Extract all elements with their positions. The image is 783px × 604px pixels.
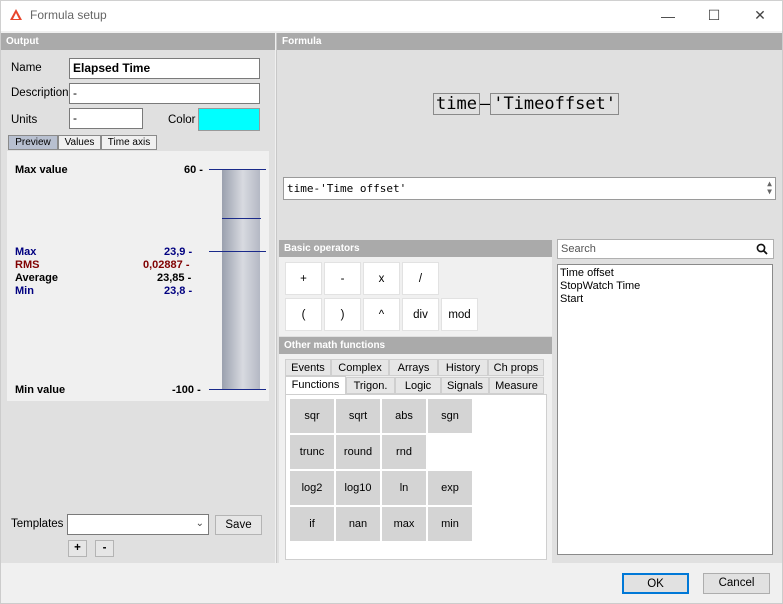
function-log10-button[interactable]: log10	[336, 471, 380, 505]
function-exp-button[interactable]: exp	[428, 471, 472, 505]
tab-arrays[interactable]: Arrays	[389, 359, 438, 376]
channel-list	[557, 264, 773, 555]
operator-multiply-button[interactable]: x	[363, 262, 400, 295]
tab-measure[interactable]: Measure	[489, 377, 544, 394]
tab-history[interactable]: History	[438, 359, 488, 376]
remove-template-button[interactable]: -	[95, 540, 114, 557]
units-input[interactable]: -	[69, 108, 143, 129]
channel-item-stopwatch-time[interactable]: StopWatch Time	[560, 280, 640, 293]
tab-ch-props[interactable]: Ch props	[488, 359, 544, 376]
formula-header: Formula	[277, 33, 782, 50]
operator-close-paren-button[interactable]: )	[324, 298, 361, 331]
stat-max-value: 23,9 -	[164, 246, 193, 258]
formula-text-input[interactable]: time-'Time offset' ▲ ▼	[283, 177, 776, 200]
max-line	[209, 169, 266, 170]
function-if-button[interactable]: if	[290, 507, 334, 541]
channel-item-start[interactable]: Start	[560, 293, 583, 306]
tab-functions[interactable]: Functions	[285, 376, 346, 395]
function-round-button[interactable]: round	[336, 435, 380, 469]
function-sgn-button[interactable]: sgn	[428, 399, 472, 433]
save-template-button[interactable]: Save	[215, 515, 262, 535]
close-icon[interactable]: ✕	[737, 0, 783, 31]
dewesoft-logo-icon	[10, 9, 22, 20]
function-nan-button[interactable]: nan	[336, 507, 380, 541]
operator-power-button[interactable]: ^	[363, 298, 400, 331]
window-title: Formula setup	[30, 8, 107, 22]
stat-average-value: 23,85 -	[157, 272, 192, 284]
other-math-header: Other math functions	[279, 337, 552, 354]
range-bar	[222, 170, 260, 390]
stat-min-value: 23,8 -	[164, 285, 193, 297]
name-input[interactable]: Elapsed Time	[69, 58, 260, 79]
formula-token-offset: 'Timeoffset'	[490, 93, 620, 115]
formula-operator: –	[479, 94, 491, 114]
value-line	[209, 251, 266, 252]
name-label: Name	[11, 62, 42, 74]
operator-minus-button[interactable]: -	[324, 262, 361, 295]
formula-text: time-'Time offset'	[287, 182, 407, 195]
output-header: Output	[1, 33, 275, 50]
ok-button[interactable]: OK	[622, 573, 689, 594]
tab-preview[interactable]: Preview	[8, 135, 58, 150]
operator-plus-button[interactable]: +	[285, 262, 322, 295]
operator-div-button[interactable]: div	[402, 298, 439, 331]
max-value-label: Max value	[15, 164, 68, 176]
operator-divide-button[interactable]: /	[402, 262, 439, 295]
tab-signals[interactable]: Signals	[441, 377, 489, 394]
search-icon[interactable]	[756, 243, 768, 255]
tab-time-axis[interactable]: Time axis	[101, 135, 157, 150]
function-log2-button[interactable]: log2	[290, 471, 334, 505]
cancel-button[interactable]: Cancel	[703, 573, 770, 594]
function-abs-button[interactable]: abs	[382, 399, 426, 433]
tab-events[interactable]: Events	[285, 359, 331, 376]
function-max-button[interactable]: max	[382, 507, 426, 541]
minimize-icon[interactable]: —	[645, 0, 691, 31]
templates-label: Templates	[11, 518, 64, 530]
stat-max-label: Max	[15, 246, 37, 258]
min-value: -100 -	[172, 384, 201, 396]
units-label: Units	[11, 114, 38, 126]
stat-rms-value: 0,02887 -	[143, 259, 190, 271]
tab-values[interactable]: Values	[58, 135, 101, 150]
scroll-arrows-icon[interactable]: ▲ ▼	[767, 180, 772, 196]
description-label: Description	[11, 87, 69, 99]
stat-rms-label: RMS	[15, 259, 40, 271]
stat-average-label: Average	[15, 272, 59, 284]
formula-rendered: time – 'Timeoffset'	[433, 93, 620, 115]
function-rnd-button[interactable]: rnd	[382, 435, 426, 469]
operator-open-paren-button[interactable]: (	[285, 298, 322, 331]
add-template-button[interactable]: +	[68, 540, 87, 557]
function-ln-button[interactable]: ln	[382, 471, 426, 505]
tab-logic[interactable]: Logic	[395, 377, 441, 394]
stat-min-label: Min	[15, 285, 34, 297]
function-trunc-button[interactable]: trunc	[290, 435, 334, 469]
maximize-icon[interactable]: ☐	[691, 0, 737, 31]
function-sqrt-button[interactable]: sqrt	[336, 399, 380, 433]
channel-item-time-offset[interactable]: Time offset	[560, 267, 614, 280]
tab-trigon[interactable]: Trigon.	[346, 377, 395, 394]
zero-line	[222, 218, 261, 219]
min-line	[209, 389, 266, 390]
search-placeholder: Search	[561, 243, 596, 255]
color-label: Color	[168, 114, 196, 126]
max-value: 60 -	[184, 164, 203, 176]
function-min-button[interactable]: min	[428, 507, 472, 541]
min-value-label: Min value	[15, 384, 66, 396]
operator-mod-button[interactable]: mod	[441, 298, 478, 331]
templates-dropdown[interactable]: ⌄	[67, 514, 209, 535]
color-picker[interactable]	[198, 108, 260, 131]
basic-operators-header: Basic operators	[279, 240, 552, 257]
tab-complex[interactable]: Complex	[331, 359, 389, 376]
channel-search-input[interactable]: Search	[557, 239, 774, 259]
function-sqr-button[interactable]: sqr	[290, 399, 334, 433]
formula-token-time: time	[433, 93, 480, 115]
description-input[interactable]: -	[69, 83, 260, 104]
chevron-down-icon: ⌄	[195, 518, 204, 529]
